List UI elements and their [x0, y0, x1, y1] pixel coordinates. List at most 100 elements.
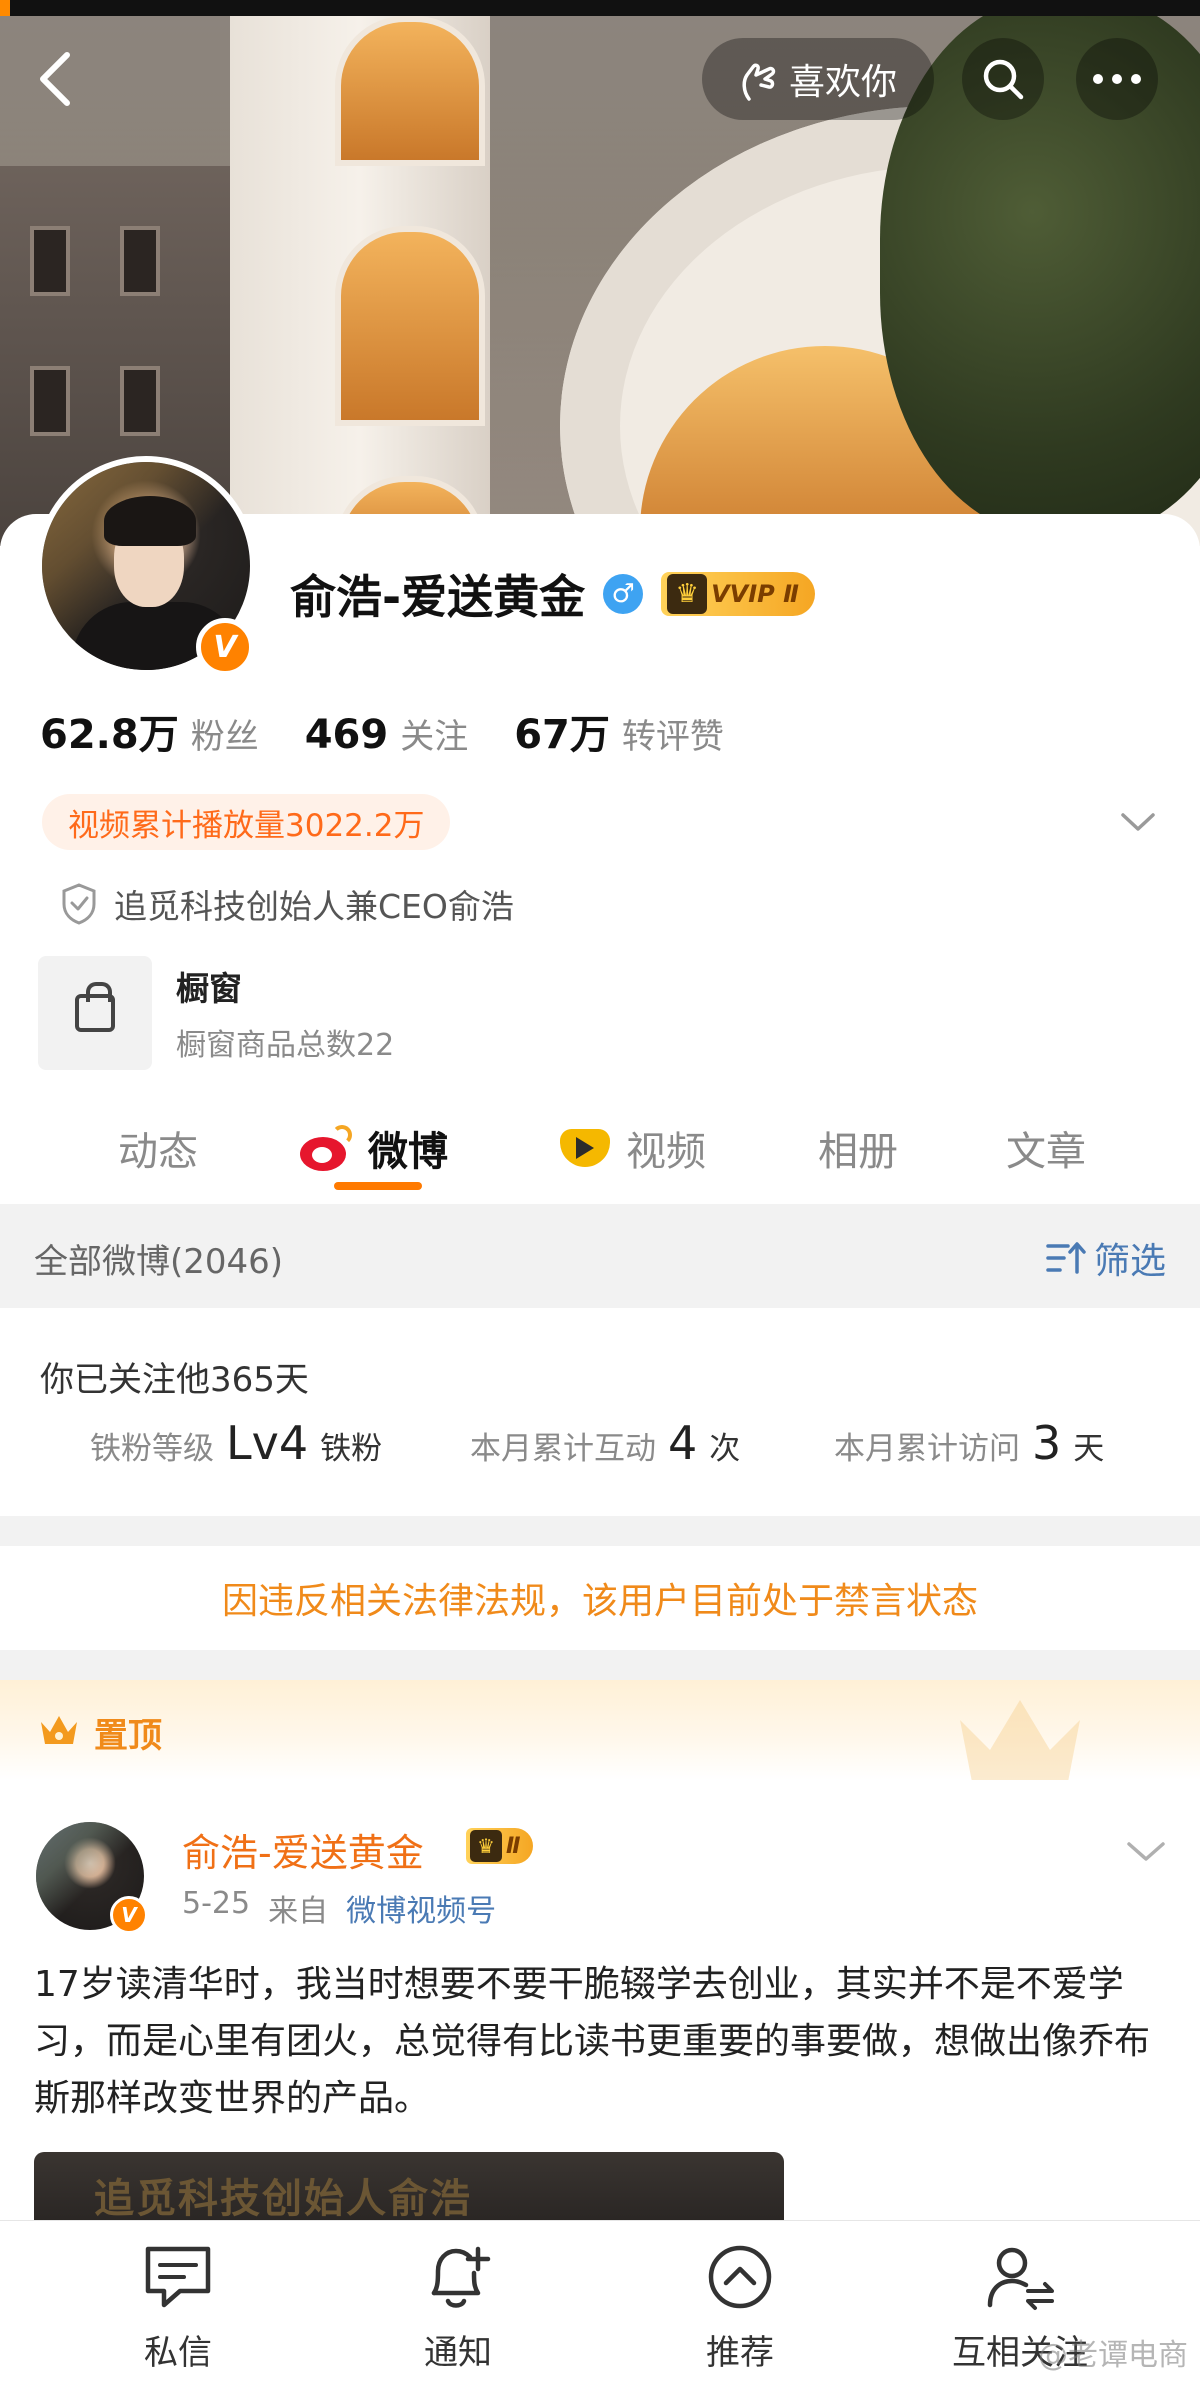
nav-messages[interactable]: 私信	[78, 2239, 278, 2374]
nav-label: 私信	[144, 2333, 212, 2373]
verified-mark: V	[213, 629, 237, 665]
post-date: 5-25	[182, 1886, 251, 1921]
monthly-interaction-stat[interactable]: 本月累计互动 4 次	[470, 1416, 740, 1470]
visit-unit: 天	[1073, 1431, 1105, 1467]
crown-icon	[41, 1716, 77, 1744]
stat-value: 62.8万	[40, 712, 179, 758]
banned-notice: 因违反相关法律法规，该用户目前处于禁言状态	[0, 1546, 1200, 1650]
monthly-visit-stat[interactable]: 本月累计访问 3 天	[834, 1416, 1104, 1470]
message-icon	[145, 2246, 211, 2308]
post-source-link[interactable]: 微博视频号	[346, 1886, 496, 1930]
post-meta: 5-25 来自 微博视频号	[182, 1886, 496, 1930]
like-you-button[interactable]: 喜欢你	[702, 38, 934, 120]
active-tab-indicator	[334, 1182, 422, 1190]
interaction-value: 4	[668, 1416, 698, 1470]
nav-recommend[interactable]: 推荐	[640, 2239, 840, 2374]
section-divider	[0, 1516, 1200, 1546]
crown-icon: ♛	[470, 1830, 502, 1862]
sort-filter-icon	[1046, 1242, 1086, 1274]
visit-value: 3	[1032, 1416, 1062, 1470]
post-media-caption: 追觅科技创始人俞浩	[94, 2176, 472, 2222]
interaction-unit: 次	[709, 1431, 741, 1467]
verified-badge-icon: V	[196, 618, 254, 676]
more-dots-icon	[1093, 74, 1141, 84]
nav-notifications[interactable]: 通知	[358, 2239, 558, 2374]
crown-watermark-icon	[960, 1700, 1080, 1782]
stat-label: 粉丝	[190, 717, 259, 757]
feed-filter-bar: 全部微博(2046) 筛选	[0, 1204, 1200, 1308]
post-video-thumbnail[interactable]: 追觅科技创始人俞浩	[34, 2152, 784, 2222]
pinned-post[interactable]: V 俞浩-爱送黄金 ♛ Ⅱ 5-25 来自 微博视频号 17岁读清华时，我当时想…	[0, 1780, 1200, 2222]
fan-level-unit: 铁粉	[320, 1431, 383, 1467]
like-you-label: 喜欢你	[788, 62, 897, 103]
shopping-bag-icon	[38, 956, 152, 1070]
video-play-count-badge[interactable]: 视频累计播放量3022.2万	[42, 794, 451, 850]
stat-reposts-comments-likes[interactable]: 67万 转评赞	[514, 702, 724, 760]
nav-label: 通知	[424, 2333, 492, 2373]
tab-label: 视频	[626, 1129, 706, 1175]
male-gender-icon: ♂	[603, 574, 644, 614]
fan-level-label: 铁粉等级	[90, 1431, 214, 1467]
stat-following[interactable]: 469 关注	[305, 709, 469, 758]
mutual-follow-icon	[987, 2247, 1054, 2310]
tab-label: 文章	[1006, 1129, 1086, 1175]
tab-label: 相册	[818, 1129, 898, 1175]
follow-days-text: 你已关注他365天	[40, 1360, 309, 1400]
interaction-label: 本月累计互动	[470, 1431, 656, 1467]
expand-profile-button[interactable]	[1118, 802, 1158, 842]
tab-album[interactable]: 相册	[818, 1100, 898, 1196]
all-weibo-count: 全部微博(2046)	[34, 1242, 284, 1282]
chevron-up-circle-icon	[708, 2245, 772, 2309]
post-author-name[interactable]: 俞浩-爱送黄金	[182, 1822, 424, 1877]
post-vip-label: Ⅱ	[506, 1833, 521, 1859]
post-menu-button[interactable]	[1126, 1832, 1166, 1872]
profile-name: 俞浩-爱送黄金	[290, 570, 586, 624]
fan-level-value: Lv4	[226, 1416, 309, 1470]
stat-followers[interactable]: 62.8万 粉丝	[40, 702, 259, 760]
weibo-logo-icon	[300, 1125, 354, 1171]
tab-dynamics[interactable]: 动态	[118, 1100, 198, 1196]
tab-video[interactable]: 视频	[558, 1100, 706, 1196]
watermark-text: @老谭电商	[1038, 2338, 1188, 2373]
stat-label: 关注	[400, 717, 469, 757]
profile-tabs: 动态 微博 视频 相册 文章	[0, 1100, 1200, 1196]
profile-name-row: 俞浩-爱送黄金 ♂ ♛ VVIP Ⅱ	[290, 560, 815, 628]
section-divider	[0, 1650, 1200, 1680]
follow-stats-row: 铁粉等级 Lv4 铁粉 本月累计互动 4 次 本月累计访问 3 天	[0, 1416, 1200, 1496]
bottom-nav: 私信 通知 推荐 互相关注 @老谭电商	[0, 2220, 1200, 2384]
chevron-down-icon	[1127, 1842, 1165, 1861]
search-icon	[983, 59, 1024, 100]
visit-label: 本月累计访问	[834, 1431, 1020, 1467]
vvip-label: VVIP Ⅱ	[711, 580, 799, 608]
vvip-badge[interactable]: ♛ VVIP Ⅱ	[661, 572, 815, 616]
post-vip-badge[interactable]: ♛ Ⅱ	[466, 1828, 533, 1864]
fan-level-stat[interactable]: 铁粉等级 Lv4 铁粉	[90, 1416, 382, 1470]
stat-label: 转评赞	[621, 717, 724, 757]
stat-value: 469	[304, 712, 389, 758]
shop-window-entry[interactable]: 橱窗 橱窗商品总数22	[38, 956, 638, 1070]
status-bar	[0, 0, 1200, 64]
hand-heart-icon	[742, 63, 776, 101]
crown-icon: ♛	[667, 574, 708, 614]
verified-badge-icon: V	[110, 1896, 148, 1934]
bell-add-icon	[431, 2246, 491, 2308]
post-text: 17岁读清华时，我当时想要不要干脆辍学去创业，其实并不是不爱学习，而是心里有团火…	[34, 1964, 1151, 2119]
shop-title: 橱窗	[176, 969, 242, 1008]
pinned-header: 置顶	[0, 1680, 1200, 1782]
pinned-label: 置顶	[94, 1716, 162, 1756]
chevron-left-icon	[40, 52, 70, 106]
tab-articles[interactable]: 文章	[1006, 1100, 1086, 1196]
shop-subtitle: 橱窗商品总数22	[176, 1028, 395, 1063]
nav-label: 推荐	[706, 2333, 774, 2373]
more-button[interactable]	[1076, 38, 1158, 120]
tab-label: 动态	[118, 1129, 198, 1175]
shield-check-icon	[62, 883, 96, 925]
post-from-label: 来自	[268, 1894, 329, 1929]
follow-info-card: 你已关注他365天 铁粉等级 Lv4 铁粉 本月累计互动 4 次 本月累计访问 …	[0, 1308, 1200, 1516]
back-button[interactable]	[30, 44, 80, 114]
filter-label: 筛选	[1093, 1241, 1166, 1282]
video-play-icon	[558, 1125, 612, 1171]
search-button[interactable]	[962, 38, 1044, 120]
filter-button[interactable]: 筛选	[1046, 1232, 1166, 1284]
stat-value: 67万	[514, 712, 610, 758]
